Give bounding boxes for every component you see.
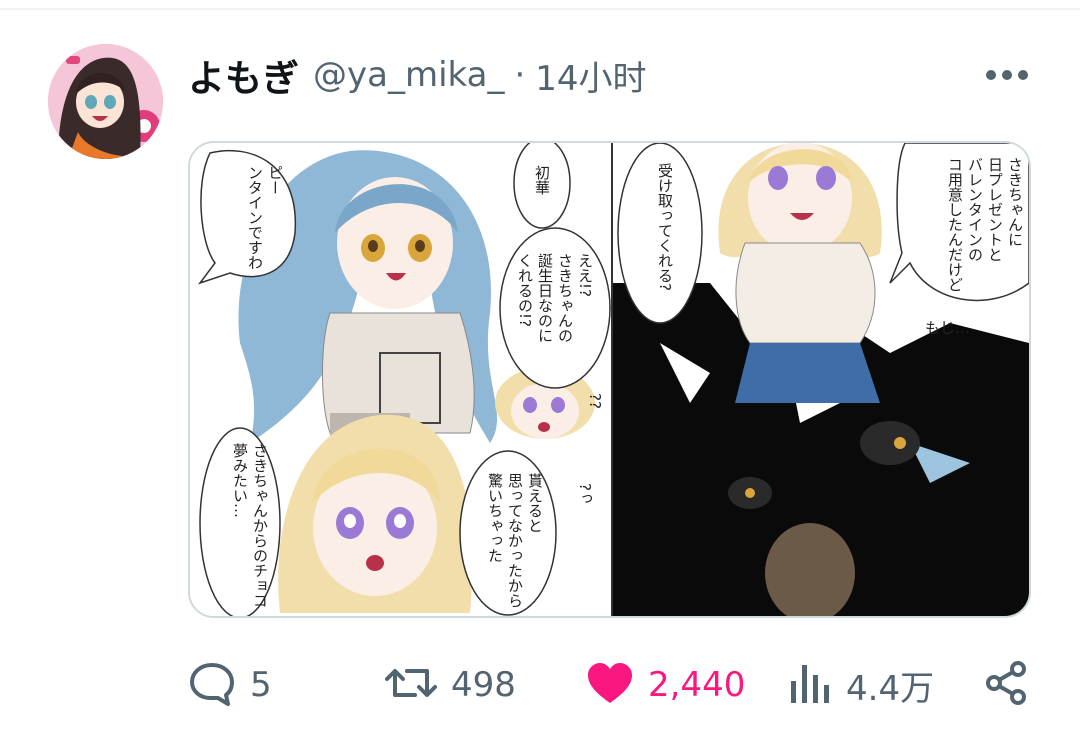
share-button[interactable] [982,655,1030,715]
panel-text: ?? [586,393,604,409]
more-dots-icon[interactable] [982,60,1032,90]
bar-chart-icon [788,659,832,711]
tweet-header: よもぎ @ya_mika_ · 14小时 [188,50,647,100]
top-divider [0,8,1080,10]
display-name[interactable]: よもぎ [188,48,299,102]
reply-bubble-icon [188,659,236,711]
reply-button[interactable]: 5 [188,655,272,715]
avatar-image [48,44,163,159]
views-button[interactable]: 4.4万 [788,655,934,715]
heart-icon [586,659,634,711]
panel-text: もじ… [925,319,970,337]
reply-count: 5 [250,665,272,705]
retweet-button[interactable]: 498 [385,655,516,715]
user-avatar[interactable] [48,44,163,159]
panel-text: ?っ [576,483,594,506]
user-handle[interactable]: @ya_mika_ [313,55,504,95]
like-count: 2,440 [648,665,746,705]
panel-text: 初華 [533,165,551,195]
timestamp[interactable]: 14小时 [535,51,646,100]
manga-illustration: .jp { font-family: "DejaVu Sans", sans-s… [190,143,1029,616]
tweet-media-image[interactable]: .jp { font-family: "DejaVu Sans", sans-s… [188,141,1031,618]
separator-dot: · [514,55,526,95]
like-button[interactable]: 2,440 [586,655,745,715]
panel-text: 受け取ってくれる? [656,163,674,291]
retweet-icon [385,659,437,711]
tweet: よもぎ @ya_mika_ · 14小时 .jp { font-family: … [0,0,1080,735]
tweet-actions-bar: 5 498 2,440 4.4万 [0,655,1080,715]
views-count: 4.4万 [846,668,935,709]
retweet-count: 498 [451,665,516,705]
share-icon [982,659,1030,711]
